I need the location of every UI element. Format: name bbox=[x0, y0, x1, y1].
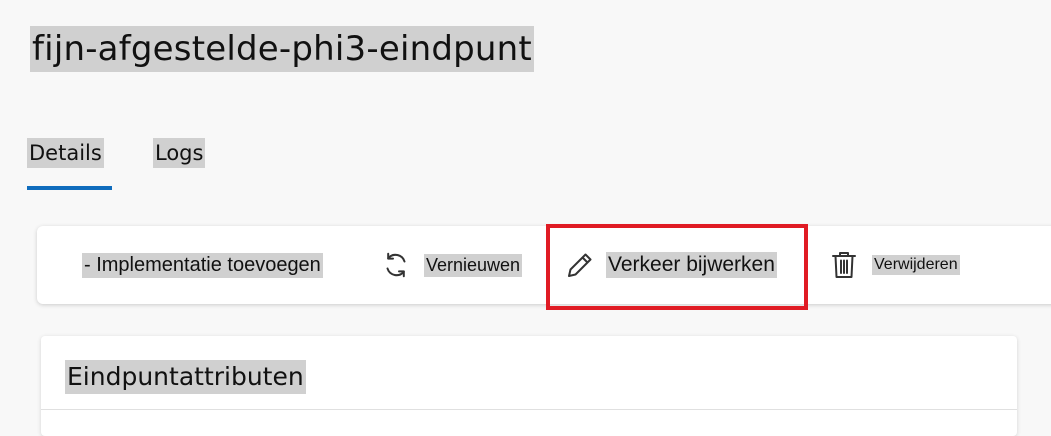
refresh-button[interactable]: Vernieuwen bbox=[380, 226, 523, 304]
card-divider bbox=[41, 409, 1017, 410]
delete-button[interactable]: Verwijderen bbox=[830, 226, 960, 304]
delete-label: Verwijderen bbox=[872, 255, 960, 275]
refresh-label: Vernieuwen bbox=[424, 253, 523, 277]
refresh-icon bbox=[380, 249, 412, 281]
update-traffic-button[interactable]: Verkeer bijwerken bbox=[564, 226, 777, 304]
endpoint-attributes-card: Eindpuntattributen bbox=[41, 336, 1017, 436]
tab-details[interactable]: Details bbox=[27, 138, 104, 168]
selected-tab-indicator bbox=[27, 186, 112, 190]
update-traffic-label: Verkeer bijwerken bbox=[606, 252, 777, 278]
pencil-icon bbox=[564, 249, 596, 281]
trash-icon bbox=[830, 249, 858, 281]
tab-logs[interactable]: Logs bbox=[153, 138, 206, 168]
add-deployment-label: - Implementatie toevoegen bbox=[82, 252, 323, 278]
card-title: Eindpuntattributen bbox=[65, 360, 306, 394]
add-deployment-button[interactable]: - Implementatie toevoegen bbox=[82, 226, 323, 304]
toolbar: - Implementatie toevoegen Vernieuwen Ver… bbox=[37, 226, 1051, 304]
page-title: fijn-afgestelde-phi3-eindpunt bbox=[30, 26, 534, 72]
